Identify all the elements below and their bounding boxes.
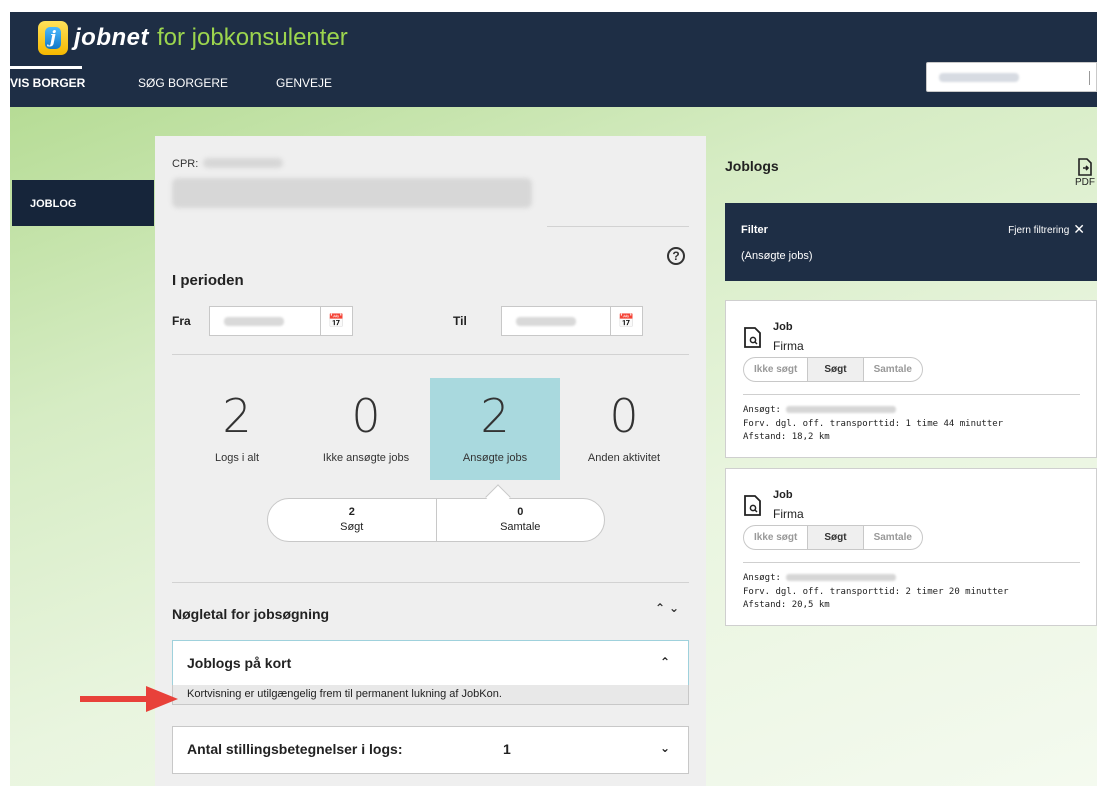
chevron-up-icon[interactable]: ⌃ xyxy=(660,655,670,669)
status-ikke-soegt[interactable]: Ikke søgt xyxy=(744,358,809,381)
applied-breakdown: 2 Søgt 0 Samtale xyxy=(267,498,605,542)
applied-label: Ansøgt: xyxy=(743,573,781,583)
divider xyxy=(743,562,1080,563)
stat-label: Ikke ansøgte jobs xyxy=(322,452,410,464)
pdf-icon xyxy=(1078,158,1092,176)
job-distance: Afstand: 20,5 km xyxy=(743,600,830,610)
divider xyxy=(172,354,689,355)
status-soegt[interactable]: Søgt xyxy=(808,358,864,381)
stat-other-activity[interactable]: 0 Anden aktivitet xyxy=(559,378,689,480)
stat-label: Logs i alt xyxy=(214,452,260,464)
accordion-title: Joblogs på kort xyxy=(187,655,292,671)
app-header: j jobnet for jobkonsulenter VIS BORGER S… xyxy=(10,12,1097,107)
redacted-value xyxy=(939,73,1019,82)
pdf-label: PDF xyxy=(1075,177,1095,188)
expand-collapse-all-icon[interactable]: ⌃⌄ xyxy=(655,601,683,615)
job-title[interactable]: Job xyxy=(773,321,793,333)
breakdown-label: Samtale xyxy=(500,521,541,533)
logo-word: jobnet xyxy=(74,24,149,51)
map-unavailable-message: Kortvisning er utilgængelig frem til per… xyxy=(172,685,689,705)
stat-logs-total[interactable]: 2 Logs i alt xyxy=(172,378,302,480)
redacted-cpr xyxy=(203,158,283,168)
to-label: Til xyxy=(453,314,467,328)
sidebar-item-joblog[interactable]: JOBLOG xyxy=(12,180,154,226)
status-samtale[interactable]: Samtale xyxy=(864,358,922,381)
accordion-map[interactable]: Joblogs på kort ⌃ xyxy=(172,640,689,686)
logo-badge-icon: j xyxy=(38,21,68,55)
job-distance: Afstand: 18,2 km xyxy=(743,432,830,442)
redacted-date xyxy=(786,574,897,581)
citizen-search-input[interactable] xyxy=(926,62,1097,92)
breakdown-value: 0 xyxy=(517,506,524,518)
from-label: Fra xyxy=(172,314,191,328)
cpr-label: CPR: xyxy=(172,158,199,170)
filter-title: Filter xyxy=(741,224,768,236)
breakdown-value: 2 xyxy=(348,506,355,518)
logo-subtitle: for jobkonsulenter xyxy=(157,24,348,51)
redacted-name xyxy=(172,178,532,208)
annotation-arrow-icon xyxy=(80,686,178,712)
job-title[interactable]: Job xyxy=(773,489,793,501)
accordion-title: Antal stillingsbetegnelser i logs: xyxy=(187,741,403,757)
breakdown-label: Søgt xyxy=(340,521,364,533)
job-titles-count: 1 xyxy=(503,741,511,757)
job-transport: Forv. dgl. off. transporttid: 2 timer 20… xyxy=(743,587,1009,597)
job-firm: Firma xyxy=(773,507,804,521)
close-icon: ✕ xyxy=(1073,221,1085,237)
job-applied: Ansøgt: xyxy=(743,573,897,583)
filter-value: (Ansøgte jobs) xyxy=(741,250,813,262)
main-panel: CPR: ? I perioden Fra 📅 Til 📅 2 Logs i a… xyxy=(155,136,706,786)
filter-panel: Filter (Ansøgte jobs) Fjern filtrering ✕ xyxy=(725,203,1097,281)
divider xyxy=(547,226,689,227)
main-nav: VIS BORGER SØG BORGERE GENVEJE xyxy=(10,66,366,104)
stat-value: 2 xyxy=(222,389,252,443)
redacted-date xyxy=(516,317,576,326)
breakdown-soegt[interactable]: 2 Søgt xyxy=(268,499,437,541)
calendar-icon[interactable]: 📅 xyxy=(320,307,352,335)
help-icon[interactable]: ? xyxy=(667,247,685,265)
job-card[interactable]: Job Firma Ikke søgt Søgt Samtale Ansøgt:… xyxy=(725,300,1097,458)
stat-label: Anden aktivitet xyxy=(587,452,661,464)
stat-applied[interactable]: 2 Ansøgte jobs xyxy=(430,378,560,480)
chevron-down-icon[interactable]: ⌄ xyxy=(660,741,670,755)
job-firm: Firma xyxy=(773,339,804,353)
nav-genveje[interactable]: GENVEJE xyxy=(276,74,366,104)
redacted-date xyxy=(786,406,897,413)
from-date-input[interactable]: 📅 xyxy=(209,306,353,336)
remove-filter-label: Fjern filtrering xyxy=(1008,225,1070,236)
stat-label: Ansøgte jobs xyxy=(462,452,528,464)
jobnet-logo[interactable]: j jobnet for jobkonsulenter xyxy=(38,18,348,58)
stat-value: 0 xyxy=(351,389,381,443)
status-samtale[interactable]: Samtale xyxy=(864,526,922,549)
calendar-icon[interactable]: 📅 xyxy=(610,307,642,335)
applied-label: Ansøgt: xyxy=(743,405,781,415)
nav-soeg-borgere[interactable]: SØG BORGERE xyxy=(138,74,276,104)
job-status-toggle: Ikke søgt Søgt Samtale xyxy=(743,525,923,550)
job-applied: Ansøgt: xyxy=(743,405,897,415)
divider xyxy=(172,582,689,583)
search-divider xyxy=(1089,71,1090,85)
status-soegt[interactable]: Søgt xyxy=(808,526,864,549)
stat-value: 0 xyxy=(609,389,639,443)
accordion-job-titles[interactable]: Antal stillingsbetegnelser i logs: 1 ⌄ xyxy=(172,726,689,774)
to-date-input[interactable]: 📅 xyxy=(501,306,643,336)
keyfigures-title: Nøgletal for jobsøgning xyxy=(172,606,330,622)
nav-vis-borger[interactable]: VIS BORGER xyxy=(10,66,138,104)
document-search-icon xyxy=(744,495,761,516)
stat-not-applied[interactable]: 0 Ikke ansøgte jobs xyxy=(301,378,431,480)
document-search-icon xyxy=(744,327,761,348)
stat-value: 2 xyxy=(480,389,510,443)
redacted-date xyxy=(224,317,284,326)
job-status-toggle: Ikke søgt Søgt Samtale xyxy=(743,357,923,382)
pdf-export-button[interactable]: PDF xyxy=(1072,158,1097,188)
job-transport: Forv. dgl. off. transporttid: 1 time 44 … xyxy=(743,419,1004,429)
job-card[interactable]: Job Firma Ikke søgt Søgt Samtale Ansøgt:… xyxy=(725,468,1097,626)
status-ikke-soegt[interactable]: Ikke søgt xyxy=(744,526,809,549)
joblogs-title: Joblogs xyxy=(725,158,779,174)
period-title: I perioden xyxy=(172,272,244,289)
breakdown-samtale[interactable]: 0 Samtale xyxy=(437,499,605,541)
divider xyxy=(743,394,1080,395)
remove-filter-button[interactable]: Fjern filtrering ✕ xyxy=(1008,220,1085,237)
